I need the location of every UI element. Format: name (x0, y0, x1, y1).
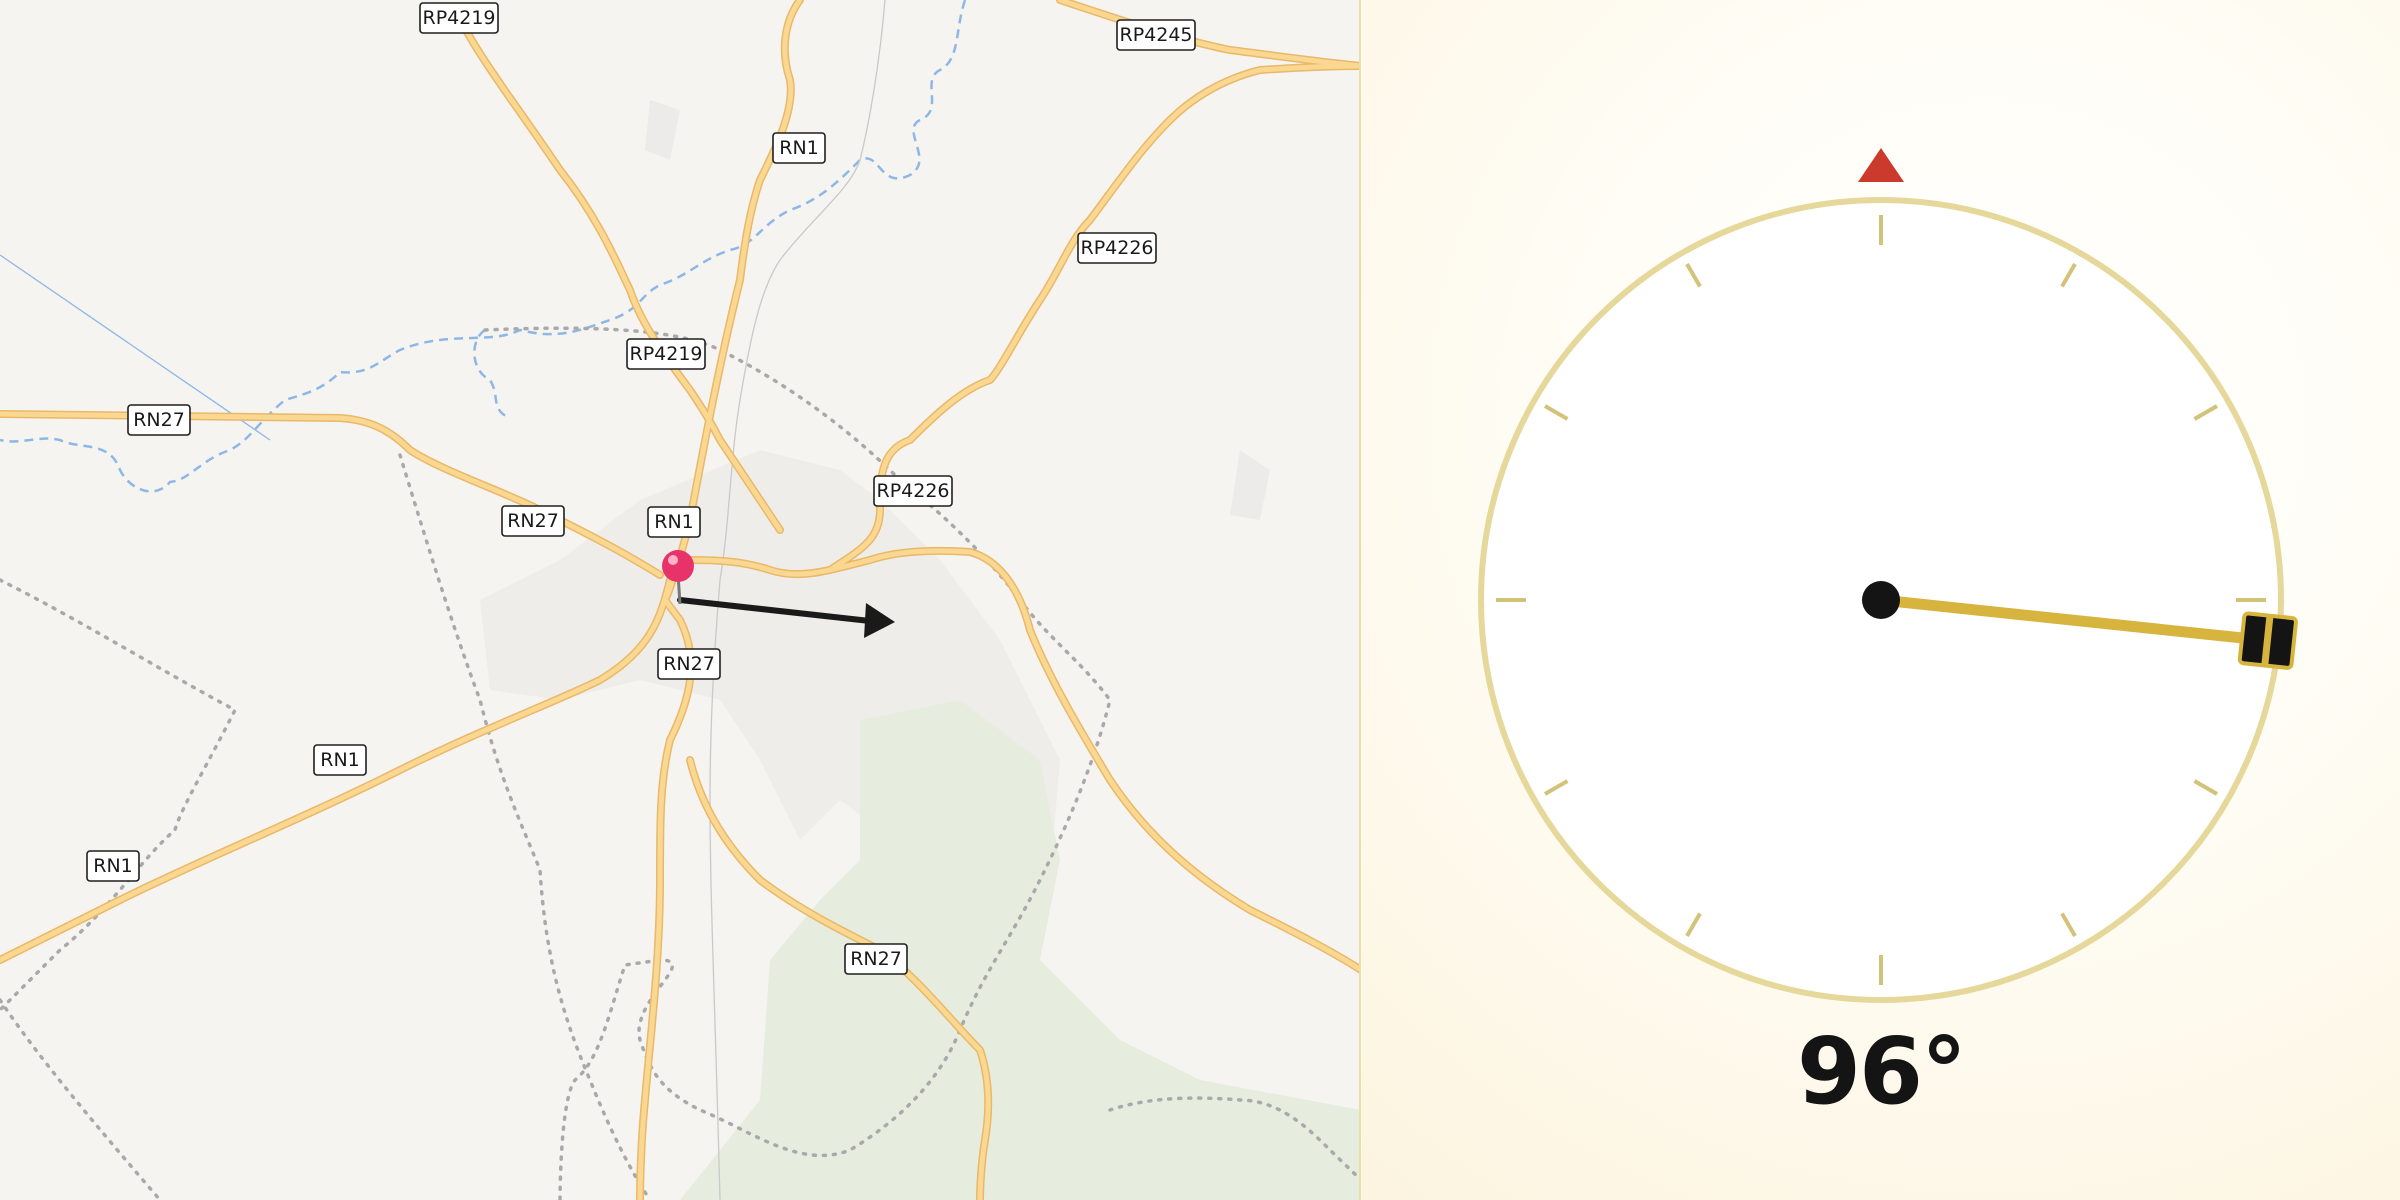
road-label-text: RP4219 (422, 7, 495, 29)
app-root: RP4219 RP4245 RN1 RP4226 RP4219 RN27 RN2… (0, 0, 2400, 1200)
road-label-text: RP4226 (1080, 237, 1153, 259)
heading-value: 96° (1796, 1018, 1967, 1125)
road-label: RN1 (86, 850, 140, 882)
road-label-text: RN27 (850, 948, 902, 970)
road-label-text: RN1 (320, 749, 360, 771)
map-canvas[interactable]: RP4219 RP4245 RN1 RP4226 RP4219 RN27 RN2… (0, 0, 1361, 1200)
road-label: RP4226 (873, 475, 953, 507)
road-label-text: RN1 (779, 137, 819, 159)
road-label-text: RP4226 (876, 480, 949, 502)
road-label: RP4219 (626, 338, 706, 370)
stream-line (473, 328, 511, 420)
road-label: RN1 (772, 132, 826, 164)
road-label: RP4245 (1116, 19, 1196, 51)
road-label-text: RN27 (507, 510, 559, 532)
road-rp4245 (1056, 0, 1359, 70)
compass-hub (1862, 581, 1900, 619)
land-use-areas (480, 100, 1359, 1200)
road-label-text: RP4245 (1119, 24, 1192, 46)
road-label: RN27 (127, 404, 191, 436)
road-rn27-west (0, 410, 664, 579)
road-label: RP4219 (419, 2, 499, 34)
road-label: RN1 (647, 506, 701, 538)
compass-panel: 96° (1362, 0, 2400, 1200)
road-label-text: RN27 (133, 409, 185, 431)
road-label: RP4226 (1077, 232, 1157, 264)
north-triangle-icon (1858, 148, 1904, 182)
small-area (1230, 450, 1270, 520)
small-area (645, 100, 680, 160)
road-label: RN27 (501, 505, 565, 537)
road-label: RN27 (844, 943, 908, 975)
road-label-text: RN1 (93, 855, 133, 877)
road-label: RN1 (313, 744, 367, 776)
boundary-line (0, 998, 162, 1200)
road-label: RN27 (657, 648, 721, 680)
road-label-text: RN27 (663, 653, 715, 675)
road-label-text: RP4219 (629, 343, 702, 365)
map-view[interactable]: RP4219 RP4245 RN1 RP4226 RP4219 RN27 RN2… (0, 0, 1361, 1200)
road-label-text: RN1 (654, 511, 694, 533)
